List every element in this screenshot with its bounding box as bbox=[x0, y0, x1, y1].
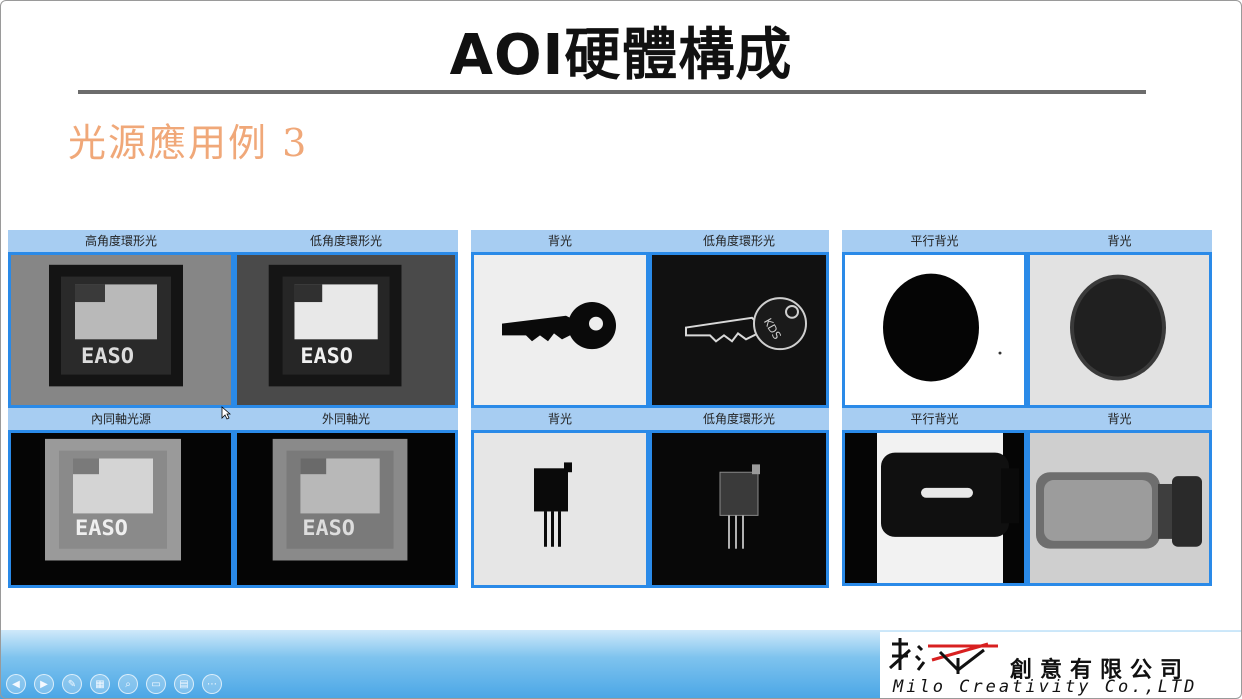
pot-backlight-image bbox=[471, 430, 649, 588]
cell-label: 高角度環形光 bbox=[8, 230, 234, 252]
cell-chip-coaxial-outer: 外同軸光 EASO bbox=[234, 408, 458, 588]
cell-label: 外同軸光 bbox=[234, 408, 458, 430]
cell-bottle-backlight: 背光 bbox=[1027, 408, 1212, 586]
cell-pot-backlight: 背光 bbox=[471, 408, 649, 588]
svg-text:EASO: EASO bbox=[75, 516, 128, 541]
cell-chip-high-angle: 高角度環形光 EASO bbox=[8, 230, 234, 408]
cell-chip-coaxial-inner: 內同軸光源 EASO bbox=[8, 408, 234, 588]
slides-icon[interactable]: ▦ bbox=[90, 674, 110, 694]
pen-icon[interactable]: ✎ bbox=[62, 674, 82, 694]
chip-coaxial-outer-image: EASO bbox=[234, 430, 458, 588]
company-name-en: Milo Creativity Co.,LTD bbox=[893, 677, 1198, 697]
view-icon[interactable]: ▭ bbox=[146, 674, 166, 694]
cell-label: 低角度環形光 bbox=[234, 230, 458, 252]
cell-label: 背光 bbox=[471, 408, 649, 430]
svg-text:EASO: EASO bbox=[81, 344, 134, 369]
more-icon[interactable]: ⋯ bbox=[202, 674, 222, 694]
bottle-parallel-image bbox=[842, 430, 1027, 586]
title-divider bbox=[78, 90, 1146, 94]
cell-label: 背光 bbox=[1027, 408, 1212, 430]
cell-key-low-angle: 低角度環形光 KDS bbox=[649, 230, 829, 408]
svg-text:EASO: EASO bbox=[300, 344, 352, 369]
svg-text:EASO: EASO bbox=[302, 516, 354, 541]
cell-disc-parallel: 平行背光 bbox=[842, 230, 1027, 408]
chip-coaxial-inner-image: EASO bbox=[8, 430, 234, 588]
cell-label: 內同軸光源 bbox=[8, 408, 234, 430]
cell-bottle-parallel: 平行背光 bbox=[842, 408, 1027, 586]
pot-low-angle-image bbox=[649, 430, 829, 588]
cell-label: 背光 bbox=[471, 230, 649, 252]
next-icon[interactable]: ▶ bbox=[34, 674, 54, 694]
slide-title: AOI硬體構成 bbox=[449, 23, 793, 88]
presentation-toolbar: ◀ ▶ ✎ ▦ ⌕ ▭ ▤ ⋯ bbox=[6, 674, 222, 694]
slide: AOI硬體構成 光源應用例 3 高角度環形光 EASO 低角度環形光 EASO … bbox=[0, 0, 1242, 699]
cell-chip-low-angle: 低角度環形光 EASO bbox=[234, 230, 458, 408]
cell-label: 背光 bbox=[1027, 230, 1212, 252]
cell-disc-backlight: 背光 bbox=[1027, 230, 1212, 408]
disc-parallel-image bbox=[842, 252, 1027, 408]
key-low-angle-image: KDS bbox=[649, 252, 829, 408]
key-backlight-image bbox=[471, 252, 649, 408]
slide-subtitle: 光源應用例 3 bbox=[68, 121, 309, 165]
cell-label: 平行背光 bbox=[842, 408, 1027, 430]
cell-label: 低角度環形光 bbox=[649, 230, 829, 252]
disc-backlight-image bbox=[1027, 252, 1212, 408]
cell-key-backlight: 背光 bbox=[471, 230, 649, 408]
subtitle-icon[interactable]: ▤ bbox=[174, 674, 194, 694]
bottle-backlight-image bbox=[1027, 430, 1212, 586]
zoom-icon[interactable]: ⌕ bbox=[118, 674, 138, 694]
mouse-cursor-icon bbox=[221, 406, 231, 420]
cell-pot-low-angle: 低角度環形光 bbox=[649, 408, 829, 588]
chip-low-angle-image: EASO bbox=[234, 252, 458, 408]
chip-high-angle-image: EASO bbox=[8, 252, 234, 408]
company-logo-icon bbox=[888, 638, 998, 674]
cell-label: 平行背光 bbox=[842, 230, 1027, 252]
prev-icon[interactable]: ◀ bbox=[6, 674, 26, 694]
cell-label: 低角度環形光 bbox=[649, 408, 829, 430]
